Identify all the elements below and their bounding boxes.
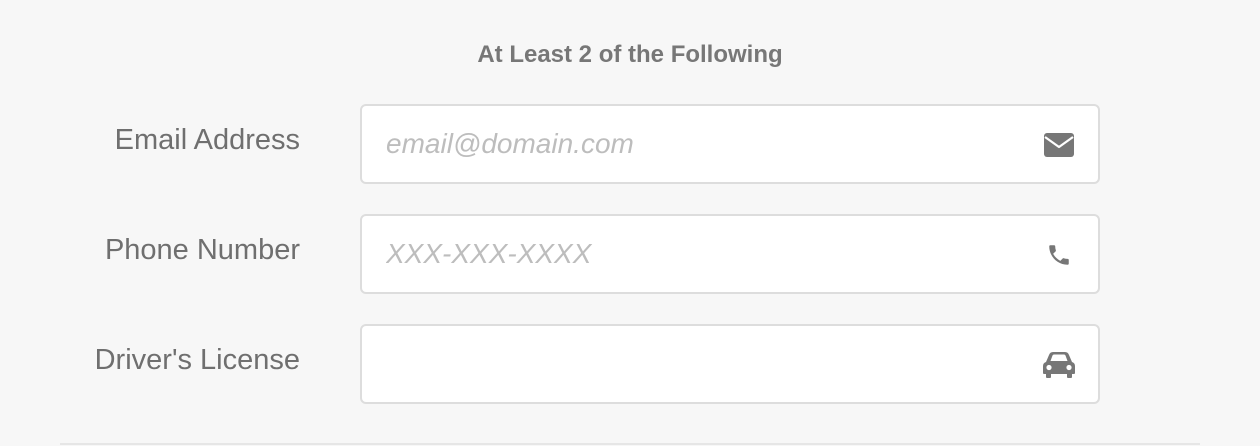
car-icon — [1042, 350, 1076, 380]
phone-row: Phone Number — [0, 214, 1260, 294]
phone-label: Phone Number — [104, 234, 300, 266]
email-input[interactable] — [386, 124, 1006, 164]
email-label: Email Address — [114, 124, 300, 156]
license-input[interactable] — [386, 344, 1006, 384]
bottom-divider — [60, 443, 1200, 445]
phone-icon — [1042, 240, 1076, 270]
phone-field-box[interactable] — [360, 214, 1100, 294]
license-label: Driver's License — [94, 344, 300, 376]
section-title: At Least 2 of the Following — [477, 41, 783, 68]
phone-input[interactable] — [386, 234, 1006, 274]
email-row: Email Address — [0, 104, 1260, 184]
email-field-box[interactable] — [360, 104, 1100, 184]
envelope-icon — [1042, 130, 1076, 160]
license-row: Driver's License — [0, 324, 1260, 404]
license-field-box[interactable] — [360, 324, 1100, 404]
